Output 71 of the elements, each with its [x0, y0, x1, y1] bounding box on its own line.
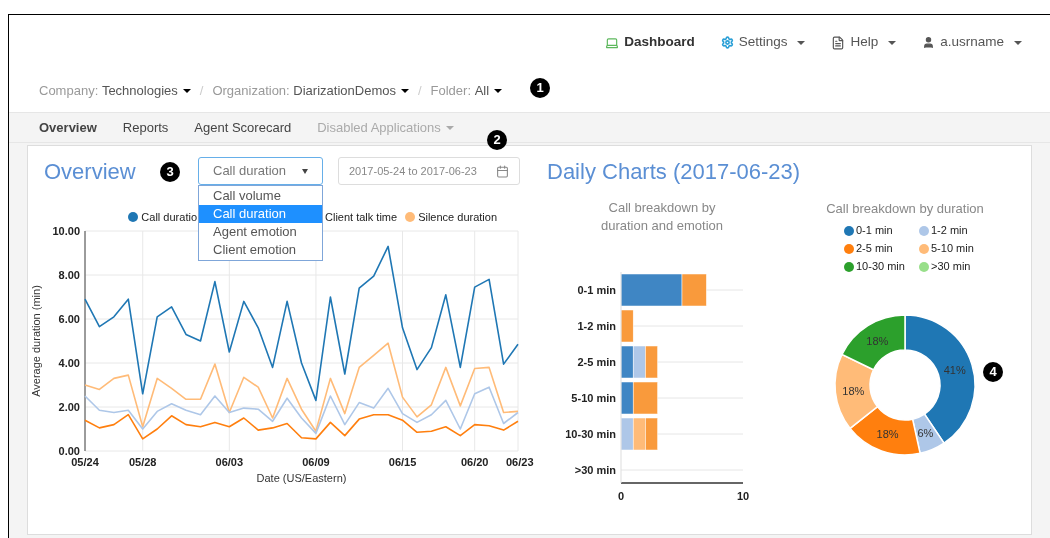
- category-label: 0-1 min: [577, 284, 616, 296]
- slice-label: 41%: [943, 363, 966, 376]
- x-tick-label: 05/28: [128, 456, 157, 468]
- caret-icon: [400, 89, 409, 93]
- legend-label: Silence duration: [418, 209, 498, 225]
- dropdown-option[interactable]: Client emotion: [199, 241, 322, 259]
- slice-label: 18%: [842, 384, 865, 397]
- legend-label: 5-10 min: [931, 241, 974, 257]
- x-tick-label: 05/24: [71, 456, 99, 468]
- y-tick-label: 6.00: [58, 313, 80, 325]
- y-tick-label: 0.00: [58, 445, 80, 457]
- y-tick-label: 2.00: [58, 401, 80, 413]
- x-tick-label: 06/15: [388, 456, 417, 468]
- legend-label: >30 min: [931, 259, 971, 275]
- x-tick-label: 06/23: [506, 456, 534, 468]
- legend-label: Client talk time: [325, 209, 398, 225]
- nav-link[interactable]: a.usrname: [922, 32, 1022, 53]
- slice-label: 18%: [876, 427, 899, 440]
- x-tick-label: 06/03: [215, 456, 244, 468]
- y-tick-label: 4.00: [58, 357, 80, 369]
- bar-segment: [645, 417, 658, 451]
- section-title: Daily Charts (2017-06-23): [547, 157, 801, 186]
- bar-segment: [632, 345, 646, 379]
- laptop-icon: [605, 35, 620, 50]
- document-icon: [831, 35, 846, 50]
- caret-icon: [182, 89, 191, 93]
- breadcrumb-link[interactable]: Company: Technologies: [39, 81, 191, 101]
- category-label: >30 min: [574, 464, 616, 476]
- legend-label: Call duratio: [141, 209, 197, 225]
- settings-icon: [720, 36, 734, 49]
- x-tick-label: 06/09: [302, 456, 330, 468]
- nav-link[interactable]: Settings: [720, 32, 806, 53]
- slice-label: 18%: [866, 334, 889, 347]
- dropdown-option[interactable]: Call volume: [199, 187, 322, 205]
- caret-icon: [494, 89, 503, 93]
- nav-link[interactable]: Dashboard: [605, 32, 695, 53]
- breadcrumb-link[interactable]: Folder: All: [430, 81, 503, 101]
- legend-label: 2-5 min: [856, 241, 893, 257]
- x-tick-label: 0: [617, 490, 625, 502]
- slice-label: 6%: [917, 426, 934, 439]
- x-tick-label: 10: [736, 490, 750, 502]
- section-title: Overview: [44, 157, 136, 186]
- user-icon: [922, 36, 936, 49]
- bar-segment: [645, 345, 658, 379]
- chart-title: Call breakdown by duration: [825, 200, 985, 218]
- breadcrumb-link[interactable]: Organization: DiarizationDemos: [212, 81, 409, 101]
- y-tick-label: 8.00: [58, 269, 80, 281]
- category-label: 10-30 min: [565, 428, 616, 440]
- calendar-icon: [496, 164, 509, 178]
- chart-title: Call breakdown by duration and emotion: [599, 199, 725, 235]
- legend-label: 1-2 min: [931, 223, 968, 239]
- bar-segment: [632, 417, 646, 451]
- x-axis-label: Date (US/Eastern): [256, 472, 347, 484]
- callout-marker: 1: [530, 78, 550, 98]
- dropdown-option[interactable]: Agent emotion: [199, 223, 322, 241]
- category-label: 5-10 min: [571, 392, 616, 404]
- tab[interactable]: Overview: [39, 117, 97, 138]
- tab[interactable]: Reports: [122, 117, 169, 138]
- category-label: 2-5 min: [577, 356, 616, 368]
- category-label: 1-2 min: [577, 320, 616, 332]
- breadcrumb-separator: /: [417, 82, 422, 101]
- date-range-field[interactable]: 2017-05-24 to 2017-06-23: [338, 157, 520, 185]
- y-axis-label: Average duration (min): [30, 285, 42, 397]
- x-tick-label: 06/20: [460, 456, 489, 468]
- tab[interactable]: Agent Scorecard: [194, 117, 292, 138]
- legend-label: 10-30 min: [856, 259, 905, 275]
- breadcrumb-separator: /: [199, 82, 204, 101]
- nav-link[interactable]: Help: [831, 32, 897, 53]
- legend-label: 0-1 min: [856, 223, 893, 239]
- y-tick-label: 10.00: [52, 226, 80, 237]
- caret-icon: [302, 168, 308, 174]
